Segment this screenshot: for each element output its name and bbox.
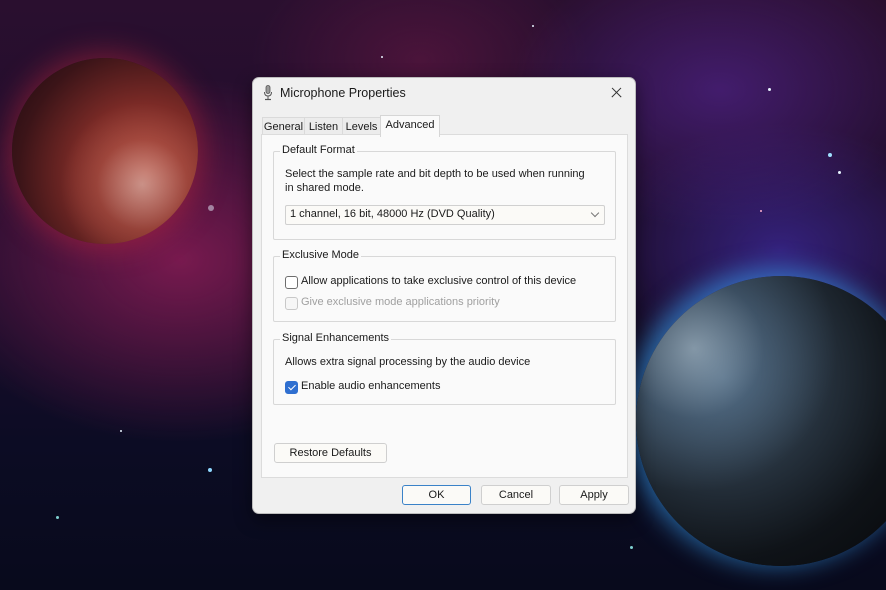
star <box>630 546 633 549</box>
star <box>532 25 534 27</box>
close-button[interactable] <box>605 83 627 103</box>
star <box>768 88 771 91</box>
earth-planet-image <box>636 276 886 566</box>
cancel-button[interactable]: Cancel <box>481 485 551 505</box>
star <box>838 171 841 174</box>
tab-advanced[interactable]: Advanced <box>380 115 440 137</box>
enable-audio-enhancements-label: Enable audio enhancements <box>301 380 441 392</box>
allow-exclusive-control-label: Allow applications to take exclusive con… <box>301 275 577 287</box>
advanced-tab-panel: Default Format Select the sample rate an… <box>261 134 628 478</box>
star <box>208 468 212 472</box>
signal-enhancements-group: Signal Enhancements Allows extra signal … <box>273 332 616 405</box>
default-format-dropdown[interactable]: 1 channel, 16 bit, 48000 Hz (DVD Quality… <box>285 205 605 225</box>
default-format-selected-value: 1 channel, 16 bit, 48000 Hz (DVD Quality… <box>290 208 495 220</box>
default-format-group: Default Format Select the sample rate an… <box>273 144 616 240</box>
ok-button[interactable]: OK <box>402 485 471 505</box>
default-format-title: Default Format <box>280 144 357 156</box>
title-bar[interactable]: Microphone Properties <box>253 78 635 108</box>
window-title: Microphone Properties <box>280 86 406 100</box>
exclusive-priority-checkbox <box>285 297 298 310</box>
star <box>56 516 59 519</box>
default-format-description-line1: Select the sample rate and bit depth to … <box>285 168 585 180</box>
apply-button[interactable]: Apply <box>559 485 629 505</box>
chevron-down-icon <box>590 208 600 218</box>
star <box>208 205 214 211</box>
star <box>760 210 762 212</box>
star <box>120 430 122 432</box>
exclusive-mode-group: Exclusive Mode Allow applications to tak… <box>273 249 616 322</box>
enable-audio-enhancements-checkbox[interactable] <box>285 381 298 394</box>
microphone-properties-dialog: Microphone Properties General Listen Lev… <box>252 77 636 514</box>
red-planet-image <box>12 58 198 244</box>
star <box>828 153 832 157</box>
star <box>381 56 383 58</box>
signal-enhancements-description: Allows extra signal processing by the au… <box>285 356 531 368</box>
exclusive-mode-title: Exclusive Mode <box>280 249 362 261</box>
allow-exclusive-control-checkbox[interactable] <box>285 276 298 289</box>
restore-defaults-button[interactable]: Restore Defaults <box>274 443 387 463</box>
exclusive-priority-label: Give exclusive mode applications priorit… <box>301 296 500 308</box>
microphone-icon <box>264 85 272 101</box>
signal-enhancements-title: Signal Enhancements <box>280 332 392 344</box>
default-format-description-line2: in shared mode. <box>285 182 364 194</box>
